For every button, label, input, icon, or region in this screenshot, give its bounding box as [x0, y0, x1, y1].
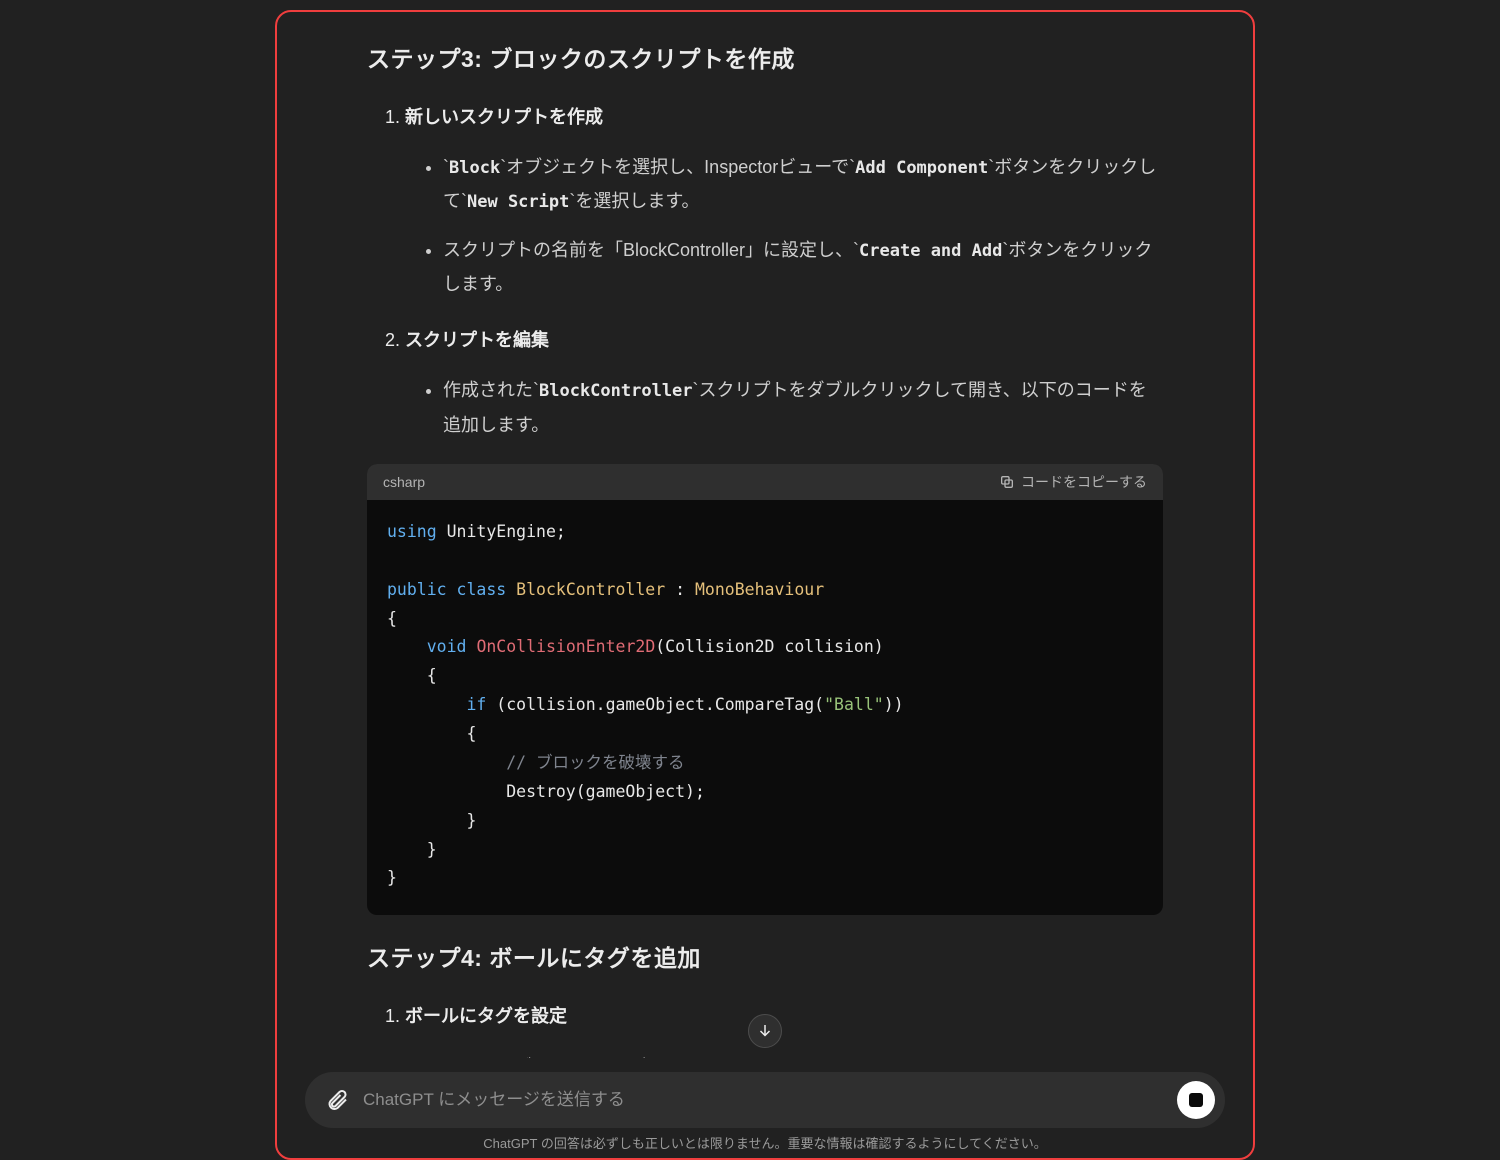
message-input[interactable] [355, 1090, 1177, 1110]
inline-code: Create and Add [859, 241, 1002, 261]
inline-code: New Script [467, 192, 569, 212]
stop-icon [1189, 1093, 1203, 1107]
list-item: `Block`オブジェクトを選択し、Inspectorビューで`Add Comp… [443, 150, 1163, 219]
arrow-down-icon [756, 1022, 774, 1040]
step3-list: 新しいスクリプトを作成 `Block`オブジェクトを選択し、Inspectorビ… [367, 100, 1163, 442]
step3-item-1-sublist: `Block`オブジェクトを選択し、Inspectorビューで`Add Comp… [405, 150, 1163, 301]
inline-code: Add Component [855, 158, 988, 178]
message-input-bar [305, 1072, 1225, 1128]
list-item: `Ball`オブジェクトを選択し、 [443, 1050, 1163, 1059]
step4-item-1-sublist: `Ball`オブジェクトを選択し、 [405, 1050, 1163, 1059]
inline-code: BlockController [539, 381, 693, 401]
step3-title: ステップ3: ブロックのスクリプトを作成 [367, 40, 1163, 74]
step3-item-2-head: スクリプトを編集 [405, 330, 549, 350]
disclaimer-text: ChatGPT の回答は必ずしも正しいとは限りません。重要な情報は確認するように… [277, 1133, 1253, 1152]
paperclip-icon [325, 1088, 349, 1112]
chat-content: ステップ3: ブロックのスクリプトを作成 新しいスクリプトを作成 `Block`… [277, 12, 1253, 1058]
highlighted-region: ステップ3: ブロックのスクリプトを作成 新しいスクリプトを作成 `Block`… [275, 10, 1255, 1160]
step4-item-1: ボールにタグを設定 `Ball`オブジェクトを選択し、 [405, 999, 1163, 1058]
step4-item-1-head: ボールにタグを設定 [405, 1006, 567, 1026]
code-language-label: csharp [383, 474, 425, 490]
inline-code: Ball [449, 1058, 490, 1059]
step3-item-2-sublist: 作成された`BlockController`スクリプトをダブルクリックして開き、… [405, 373, 1163, 441]
step3-item-1: 新しいスクリプトを作成 `Block`オブジェクトを選択し、Inspectorビ… [405, 100, 1163, 301]
stop-generating-button[interactable] [1177, 1081, 1215, 1119]
attach-button[interactable] [319, 1082, 355, 1118]
step4-title: ステップ4: ボールにタグを追加 [367, 939, 1163, 973]
code-header: csharp コードをコピーする [367, 464, 1163, 500]
step3-item-1-head: 新しいスクリプトを作成 [405, 107, 603, 127]
list-item: スクリプトの名前を「BlockController」に設定し、`Create a… [443, 233, 1163, 301]
code-body[interactable]: using UnityEngine; public class BlockCon… [367, 500, 1163, 915]
list-item: 作成された`BlockController`スクリプトをダブルクリックして開き、… [443, 373, 1163, 441]
code-block: csharp コードをコピーする using UnityEngine; publ… [367, 464, 1163, 915]
copy-code-button[interactable]: コードをコピーする [999, 472, 1147, 492]
scroll-to-bottom-button[interactable] [748, 1014, 782, 1048]
step3-item-2: スクリプトを編集 作成された`BlockController`スクリプトをダブル… [405, 323, 1163, 442]
copy-icon [999, 474, 1015, 490]
inline-code: Block [449, 158, 500, 178]
